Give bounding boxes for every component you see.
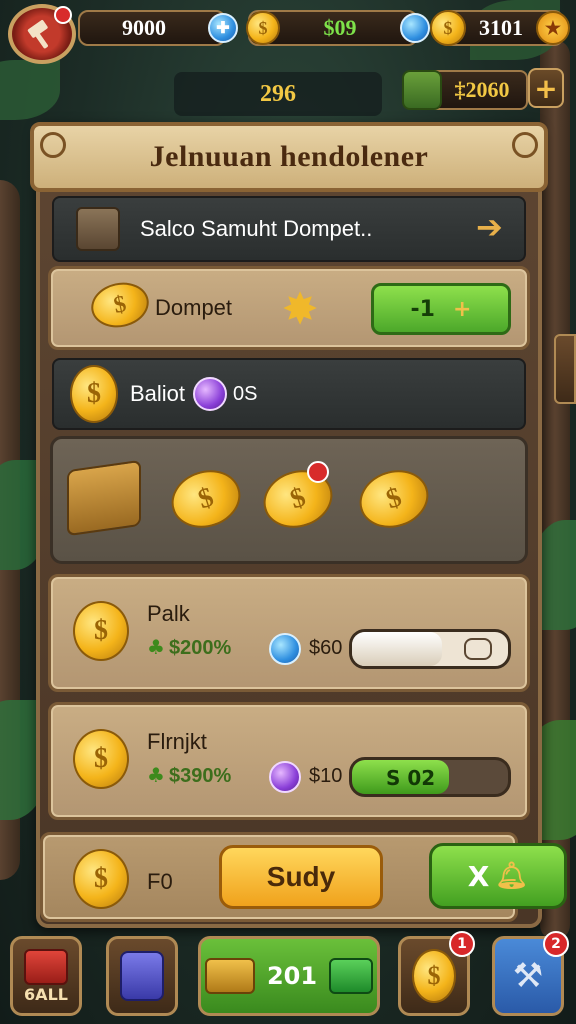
blue-gem-icon[interactable] <box>400 13 430 43</box>
nav-shop-button[interactable]: 6ALL <box>10 936 82 1016</box>
cash-icon <box>402 70 442 110</box>
side-drawer-handle[interactable] <box>554 334 576 404</box>
coin-icon: $ <box>164 461 248 537</box>
nav-badge: 1 <box>449 931 475 957</box>
blue-gem-icon[interactable]: ✚ <box>208 13 238 43</box>
arrow-right-icon[interactable]: ➔ <box>476 208 510 248</box>
add-currency-button[interactable]: + <box>528 68 564 108</box>
nav-inventory-button[interactable] <box>106 936 178 1016</box>
bottom-nav: 6ALL 201 $ 1 ⚒ 2 <box>0 930 576 1024</box>
ornament-icon <box>512 132 538 158</box>
upgrade-progress-bar[interactable] <box>349 629 511 669</box>
upgrade-cost: $60 <box>309 637 343 659</box>
upgrade-cost: $10 <box>309 765 343 787</box>
cash-stack-icon <box>67 459 141 537</box>
cash-stack-icon <box>204 958 255 994</box>
dompet-button[interactable]: -1 + <box>371 283 511 335</box>
coin-icon: $ <box>73 601 129 661</box>
sub-resource-right-value: ‡2060 <box>454 77 510 102</box>
resource-2-value: $09 <box>323 15 357 40</box>
purple-gem-icon <box>269 761 301 793</box>
ornament-icon <box>40 132 66 158</box>
coin-icon: $ <box>412 949 456 1003</box>
resource-3-value: 3101 <box>479 15 523 40</box>
cash-stack-icon <box>329 958 374 994</box>
footer-row: $ F0 Sudy X 🔔︎ <box>40 832 567 922</box>
dompet-label: Dompet <box>155 295 233 320</box>
upgrade-row-2: $ Flrnjkt ♣ $390% $10 S 02 <box>48 702 530 820</box>
coin-icon: $ <box>87 277 153 333</box>
nav-earnings-value: 201 <box>266 962 318 990</box>
star-icon[interactable]: ★ <box>536 11 570 45</box>
resource-1-value: 9000 <box>122 15 166 40</box>
hammer-icon <box>27 20 48 49</box>
resource-2: $ $09 <box>246 10 430 46</box>
coin-icon: $ <box>70 365 118 423</box>
dompet-row: $ Dompet ✸ -1 + <box>48 266 530 350</box>
purple-gem-icon <box>193 377 228 411</box>
coin-icon: $ <box>246 11 280 45</box>
plus-icon: + <box>453 296 472 322</box>
blue-gem-icon <box>269 633 301 665</box>
upgrade-name: Flrnjkt <box>147 729 207 754</box>
header-row-text: Salco Samuht Dompet.. <box>140 216 373 241</box>
upgrade-row-1: $ Palk ♣ $200% $60 <box>48 574 530 692</box>
nav-tools-button[interactable]: ⚒ 2 <box>492 931 569 1016</box>
nav-coins-button[interactable]: $ 1 <box>398 931 475 1016</box>
sub-resource-left-value: 296 <box>260 80 296 107</box>
nav-badge: 2 <box>543 931 569 957</box>
nav-shop-label: 6ALL <box>24 984 68 1004</box>
chest-icon <box>24 948 68 985</box>
sparkle-star-icon: ✸ <box>281 284 319 335</box>
cart-icon <box>76 207 120 251</box>
panel-title: Jelnuuan hendolener <box>149 140 429 173</box>
balance-row: $ Baliot 0S <box>52 358 526 430</box>
header-row[interactable]: Salco Samuht Dompet.. ➔ <box>52 196 526 262</box>
balance-value: 0S <box>233 382 258 405</box>
coin-icon: $ <box>73 729 129 789</box>
coin-icon: $ <box>73 849 129 909</box>
notification-dot <box>307 461 329 483</box>
handle-icon <box>464 638 492 660</box>
plus-icon: + <box>534 71 558 105</box>
coin-icon: $ <box>352 461 436 537</box>
leaf-icon: ♣ <box>147 635 165 659</box>
hammer-tool-icon: ⚒ <box>512 956 544 996</box>
upgrade-percent: $200% <box>169 637 232 659</box>
backpack-icon <box>120 951 164 1001</box>
resource-1: 9000 ✚ <box>78 10 238 46</box>
progress-text: S 02 <box>386 766 436 790</box>
dompet-button-value: -1 <box>410 296 435 322</box>
sudy-button[interactable]: Sudy <box>219 845 383 909</box>
bell-icon: 🔔︎ <box>495 861 529 891</box>
footer-value: F0 <box>147 869 173 894</box>
coin-icon: $ <box>430 10 466 46</box>
reward-showcase: $ $ $ <box>50 436 528 564</box>
home-button[interactable] <box>8 4 76 64</box>
leaf-icon: ♣ <box>147 763 165 787</box>
balance-label: Baliot <box>130 381 186 406</box>
sudy-button-label: Sudy <box>266 861 336 892</box>
confirm-button[interactable]: X 🔔︎ <box>429 843 567 909</box>
sub-resource-left: 296 <box>174 72 382 116</box>
upgrade-progress-bar[interactable]: S 02 <box>349 757 511 797</box>
panel-title-banner: Jelnuuan hendolener <box>30 122 548 192</box>
progress-fill <box>352 632 443 666</box>
nav-earnings-button[interactable]: 201 <box>198 936 380 1016</box>
confirm-button-label: X <box>467 859 490 893</box>
upgrade-percent: $390% <box>169 765 232 787</box>
notification-dot <box>54 6 72 24</box>
sub-resource-right: ‡2060 <box>402 70 528 110</box>
resource-3: $ 3101 ★ <box>430 10 570 46</box>
resource-bar: 9000 ✚ $ $09 $ 3101 ★ <box>0 0 576 64</box>
upgrade-name: Palk <box>147 601 190 626</box>
